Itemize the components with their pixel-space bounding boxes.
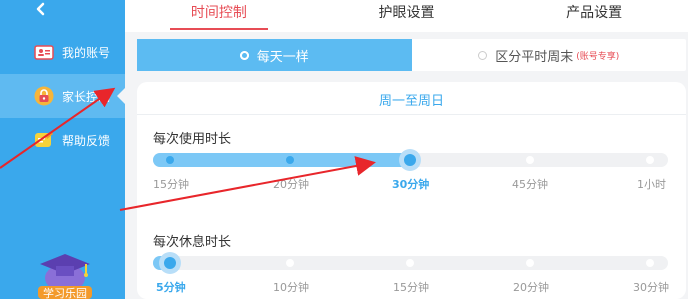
- tick-label-selected: 30分钟: [392, 178, 430, 191]
- back-arrow-icon[interactable]: [30, 0, 52, 22]
- slider-stop[interactable]: [286, 156, 294, 164]
- slider-stop[interactable]: [646, 259, 654, 267]
- tick-label: 15分钟: [393, 281, 429, 294]
- mode-weekday-weekend[interactable]: 区分平时周末 (账号专享): [412, 39, 687, 71]
- rest-duration-label: 每次休息时长: [153, 235, 232, 250]
- rest-duration-slider[interactable]: [153, 252, 668, 274]
- tick-label: 45分钟: [512, 178, 548, 191]
- rest-tick-labels: 5分钟 10分钟 15分钟 20分钟 30分钟: [153, 279, 669, 294]
- slider-stop[interactable]: [166, 156, 174, 164]
- tab-label: 产品设置: [566, 5, 623, 21]
- id-card-icon: [34, 45, 54, 60]
- graduation-cap-mascot-icon: 学习乐园: [38, 254, 92, 299]
- tick-label: 20分钟: [513, 281, 549, 294]
- account-exclusive-badge: (账号专享): [576, 51, 620, 62]
- usage-tick-labels: 15分钟 20分钟 30分钟 45分钟 1小时: [153, 176, 668, 191]
- sidebar-item-label: 我的账号: [62, 45, 111, 60]
- feedback-icon: [35, 132, 53, 147]
- tick-label: 30分钟: [633, 281, 669, 294]
- slider-stop[interactable]: [286, 259, 294, 267]
- sidebar-item-account[interactable]: 我的账号: [0, 30, 125, 74]
- lock-icon: [34, 86, 54, 106]
- card-title: 周一至周日: [378, 94, 444, 109]
- usage-duration-slider[interactable]: [153, 149, 668, 171]
- tick-label: 20分钟: [273, 178, 309, 191]
- sidebar-item-help[interactable]: 帮助反馈: [0, 118, 125, 162]
- radio-unselected-icon: [478, 50, 488, 60]
- slider-stop[interactable]: [526, 156, 534, 164]
- tab-label: 护眼设置: [378, 5, 435, 21]
- schedule-mode-switch: 每天一样 区分平时周末 (账号专享): [137, 39, 686, 71]
- sidebar-item-label: 家长控制: [62, 89, 111, 104]
- tab-label: 时间控制: [190, 5, 247, 21]
- slider-stop[interactable]: [526, 259, 534, 267]
- slider-stop[interactable]: [646, 156, 654, 164]
- tick-label-selected: 5分钟: [156, 281, 186, 294]
- top-tabs: 时间控制 护眼设置 产品设置: [125, 0, 688, 32]
- divider: [137, 114, 686, 115]
- mode-label: 区分平时周末: [495, 49, 574, 65]
- sidebar: 我的账号 家长控制 帮助反馈 学习乐园: [0, 0, 125, 299]
- sidebar-item-parental-control[interactable]: 家长控制: [0, 74, 125, 118]
- slider-thumb[interactable]: [159, 252, 181, 274]
- tick-label: 10分钟: [273, 281, 309, 294]
- time-settings-card: 周一至周日 每次使用时长 15分钟 20分钟 30分钟 45分钟 1小时 每次休…: [137, 82, 686, 299]
- tick-label: 15分钟: [153, 178, 189, 191]
- tab-eye-protection[interactable]: 护眼设置: [313, 0, 501, 32]
- tick-label: 1小时: [637, 178, 666, 191]
- tab-time-control[interactable]: 时间控制: [125, 0, 313, 32]
- sidebar-item-label: 帮助反馈: [62, 133, 111, 148]
- usage-duration-label: 每次使用时长: [153, 132, 232, 147]
- mode-label: 每天一样: [256, 49, 309, 65]
- mascot-text: 学习乐园: [43, 286, 87, 299]
- tab-product-settings[interactable]: 产品设置: [500, 0, 688, 32]
- slider-thumb[interactable]: [399, 149, 421, 171]
- radio-selected-icon: [239, 50, 249, 60]
- mode-same-every-day[interactable]: 每天一样: [137, 39, 412, 71]
- slider-fill: [153, 153, 410, 167]
- active-tab-underline: [170, 28, 268, 30]
- slider-stop[interactable]: [406, 259, 414, 267]
